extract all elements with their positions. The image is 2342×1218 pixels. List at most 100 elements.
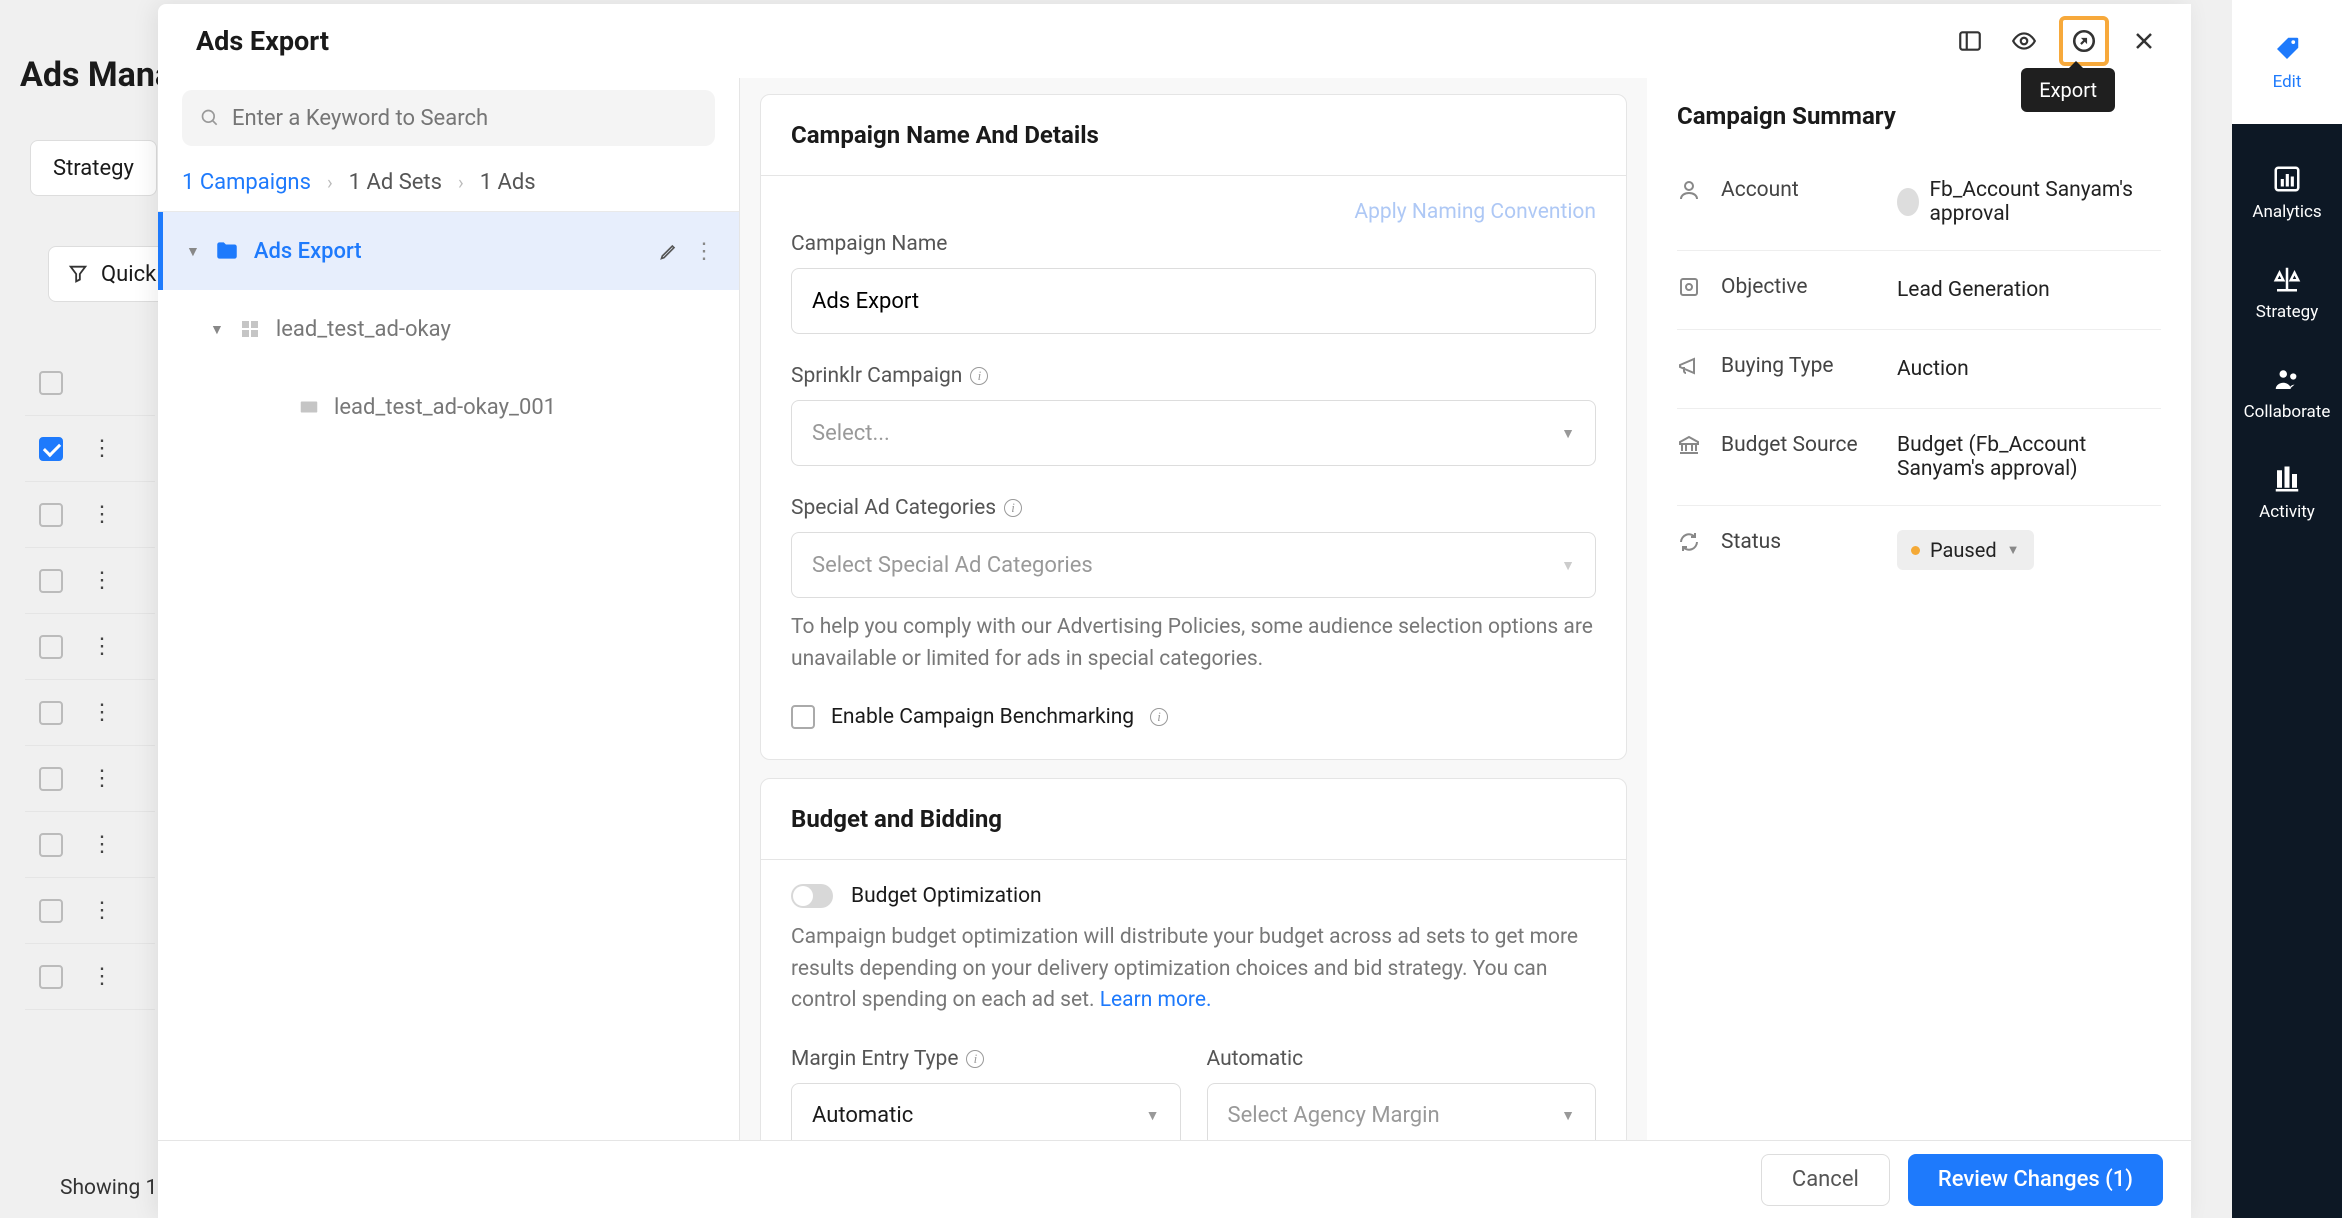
tree-campaign[interactable]: ▼ Ads Export ⋮ <box>158 212 739 290</box>
checkbox[interactable] <box>39 635 63 659</box>
table-row: ⋮ <box>25 746 155 812</box>
budget-opt-toggle[interactable] <box>791 884 833 908</box>
summary-panel: Campaign Summary Account Fb_Account Sany… <box>1647 78 2191 1140</box>
benchmark-checkbox-row[interactable]: Enable Campaign Benchmarking i <box>791 705 1596 729</box>
tag-icon <box>2272 34 2302 64</box>
checkbox[interactable] <box>39 833 63 857</box>
summary-buying: Buying Type Auction <box>1677 330 2161 409</box>
campaign-name-input[interactable] <box>791 268 1596 334</box>
tree-panel: 1 Campaigns › 1 Ad Sets › 1 Ads ▼ Ads Ex… <box>158 78 740 1140</box>
more-icon[interactable]: ⋮ <box>91 832 113 857</box>
budget-bidding-card: Budget and Bidding Budget Optimization C… <box>760 778 1627 1140</box>
info-icon[interactable]: i <box>970 367 988 385</box>
objective-icon <box>1677 275 1701 299</box>
learn-more-link[interactable]: Learn more. <box>1100 988 1212 1012</box>
campaign-details-card: Campaign Name And Details Apply Naming C… <box>760 94 1627 760</box>
summary-account: Account Fb_Account Sanyam's approval <box>1677 154 2161 251</box>
pencil-icon[interactable] <box>659 241 679 261</box>
caret-down-icon[interactable]: ▼ <box>210 321 224 338</box>
rail-edit[interactable]: Edit <box>2272 34 2302 92</box>
preview-icon[interactable] <box>2005 22 2043 60</box>
info-icon[interactable]: i <box>1004 499 1022 517</box>
more-icon[interactable]: ⋮ <box>91 436 113 461</box>
checkbox[interactable] <box>39 899 63 923</box>
status-pill[interactable]: Paused ▼ <box>1897 530 2034 570</box>
chevron-right-icon: › <box>327 171 333 194</box>
checkbox[interactable] <box>39 701 63 725</box>
funnel-icon <box>67 263 89 285</box>
more-icon[interactable]: ⋮ <box>91 766 113 791</box>
tree-adset[interactable]: ▼ lead_test_ad-okay <box>158 290 739 368</box>
rail-strategy[interactable]: Strategy <box>2256 264 2319 322</box>
info-icon[interactable]: i <box>1150 708 1168 726</box>
checkbox[interactable] <box>39 569 63 593</box>
info-icon[interactable]: i <box>966 1050 984 1068</box>
budget-opt-help: Campaign budget optimization will distri… <box>791 922 1596 1017</box>
table-row: ⋮ <box>25 416 155 482</box>
quick-filter-button[interactable]: Quick <box>48 246 175 302</box>
ad-icon <box>298 396 320 418</box>
activity-icon <box>2272 464 2302 494</box>
modal-footer: Cancel Review Changes (1) <box>158 1140 2191 1218</box>
agency-margin-select[interactable]: Select Agency Margin ▼ <box>1207 1083 1597 1141</box>
more-icon[interactable]: ⋮ <box>91 898 113 923</box>
table-header-row <box>25 350 155 416</box>
breadcrumb-campaigns[interactable]: 1 Campaigns <box>182 170 311 195</box>
margin-type-label: Margin Entry Type i <box>791 1047 1181 1071</box>
refresh-icon <box>1677 530 1701 554</box>
special-cat-select[interactable]: Select Special Ad Categories ▼ <box>791 532 1596 598</box>
checkbox[interactable] <box>39 965 63 989</box>
chevron-down-icon: ▼ <box>1561 1107 1575 1124</box>
summary-objective: Objective Lead Generation <box>1677 251 2161 330</box>
close-icon[interactable] <box>2125 22 2163 60</box>
apply-naming-link[interactable]: Apply Naming Convention <box>1354 200 1596 224</box>
folder-icon <box>214 238 240 264</box>
chart-icon <box>2272 164 2302 194</box>
form-panel: Campaign Name And Details Apply Naming C… <box>740 78 1647 1140</box>
margin-type-select[interactable]: Automatic ▼ <box>791 1083 1181 1141</box>
checkbox[interactable] <box>39 503 63 527</box>
table-row: ⋮ <box>25 548 155 614</box>
review-changes-button[interactable]: Review Changes (1) <box>1908 1154 2163 1206</box>
chevron-down-icon: ▼ <box>1561 425 1575 442</box>
megaphone-icon <box>1677 354 1701 378</box>
more-icon[interactable]: ⋮ <box>693 239 715 264</box>
strategy-button[interactable]: Strategy <box>30 140 157 196</box>
rail-activity[interactable]: Activity <box>2259 464 2315 522</box>
checkbox[interactable] <box>39 437 63 461</box>
ads-export-modal: Ads Export Export 1 Campaign <box>158 4 2191 1218</box>
modal-header: Ads Export Export <box>158 4 2191 78</box>
sprinklr-label: Sprinklr Campaign i <box>791 364 1596 388</box>
table-row: ⋮ <box>25 482 155 548</box>
table-footer: Showing 1 <box>60 1176 157 1200</box>
section-title: Campaign Name And Details <box>761 95 1626 176</box>
chevron-down-icon: ▼ <box>1146 1107 1160 1124</box>
search-icon <box>200 108 220 128</box>
bank-icon <box>1677 433 1701 457</box>
more-icon[interactable]: ⋮ <box>91 568 113 593</box>
avatar <box>1897 188 1919 216</box>
table-row: ⋮ <box>25 614 155 680</box>
breadcrumb-ads[interactable]: 1 Ads <box>480 170 536 195</box>
caret-down-icon[interactable]: ▼ <box>186 243 200 260</box>
more-icon[interactable]: ⋮ <box>91 964 113 989</box>
budget-opt-row: Budget Optimization <box>791 884 1596 908</box>
panel-toggle-icon[interactable] <box>1951 22 1989 60</box>
more-icon[interactable]: ⋮ <box>91 634 113 659</box>
cancel-button[interactable]: Cancel <box>1761 1154 1890 1206</box>
summary-budget: Budget Source Budget (Fb_Account Sanyam'… <box>1677 409 2161 506</box>
breadcrumb-adsets[interactable]: 1 Ad Sets <box>349 170 442 195</box>
checkbox[interactable] <box>39 767 63 791</box>
search-input[interactable] <box>182 90 715 146</box>
export-icon[interactable] <box>2059 16 2109 66</box>
more-icon[interactable]: ⋮ <box>91 502 113 527</box>
tree-ad[interactable]: lead_test_ad-okay_001 <box>158 368 739 446</box>
checkbox[interactable] <box>791 705 815 729</box>
special-cat-label: Special Ad Categories i <box>791 496 1596 520</box>
rail-collaborate[interactable]: Collaborate <box>2244 364 2331 422</box>
more-icon[interactable]: ⋮ <box>91 700 113 725</box>
sprinklr-select[interactable]: Select... ▼ <box>791 400 1596 466</box>
chevron-down-icon: ▼ <box>1561 557 1575 574</box>
rail-analytics[interactable]: Analytics <box>2252 164 2321 222</box>
checkbox[interactable] <box>39 371 63 395</box>
